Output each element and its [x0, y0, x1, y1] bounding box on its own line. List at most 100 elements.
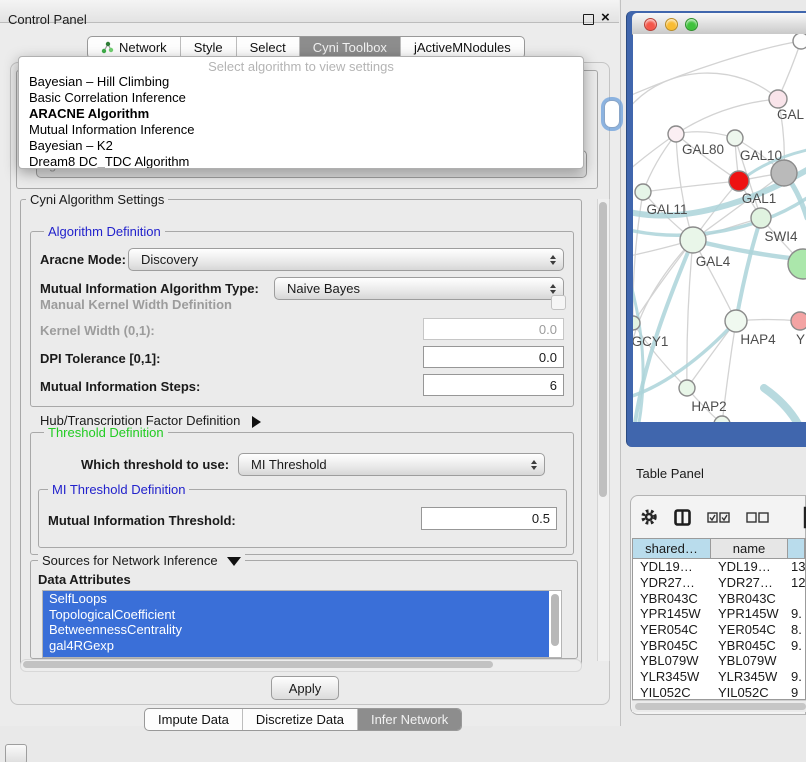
- tab-select[interactable]: Select: [236, 37, 299, 58]
- gear-icon[interactable]: [640, 508, 658, 526]
- panel-float-mini-icon[interactable]: [5, 744, 27, 762]
- column-header-name[interactable]: name: [711, 539, 788, 559]
- close-icon[interactable]: ×: [601, 9, 610, 26]
- mi-threshold-field[interactable]: 0.5: [421, 507, 557, 530]
- unchecked-boxes-icon[interactable]: [746, 512, 769, 523]
- algorithm-popup-item[interactable]: ARACNE Algorithm: [19, 106, 583, 122]
- stepper-icon: [531, 460, 537, 470]
- network-window-titlebar[interactable]: [632, 13, 806, 35]
- network-node-gal10[interactable]: [727, 130, 743, 146]
- table-cell: YDR27…: [633, 575, 711, 591]
- table-row[interactable]: YDL19…YDL19…13: [633, 559, 805, 575]
- node-label: GAL1: [742, 191, 777, 206]
- table-cell: YIL052C: [711, 685, 788, 701]
- column-header-cut[interactable]: [788, 539, 805, 559]
- network-node-swi4[interactable]: [751, 208, 771, 228]
- manual-kernel-checkbox[interactable]: [551, 295, 566, 310]
- sources-title[interactable]: Sources for Network Inference: [38, 553, 245, 568]
- checked-boxes-icon[interactable]: [707, 512, 730, 523]
- settings-hscrollbar-thumb[interactable]: [23, 661, 493, 668]
- node-label: GAL4: [696, 254, 731, 269]
- tab-jactivemnodules[interactable]: jActiveMNodules: [400, 37, 524, 58]
- tab-style[interactable]: Style: [180, 37, 236, 58]
- dpi-tolerance-field[interactable]: 0.0: [423, 346, 564, 368]
- table-cell: YPR145W: [633, 606, 711, 622]
- settings-vscrollbar-thumb[interactable]: [599, 202, 607, 497]
- settings-vscrollbar[interactable]: [597, 199, 610, 661]
- settings-hscrollbar[interactable]: [20, 659, 582, 672]
- table-panel-title: Table Panel: [636, 466, 704, 481]
- table-row[interactable]: YBL079WYBL079W: [633, 653, 805, 669]
- list-item[interactable]: gal4RGexp: [43, 638, 549, 654]
- mi-algorithm-type-value: Naive Bayes: [287, 281, 360, 296]
- tab-infer-network[interactable]: Infer Network: [357, 709, 461, 730]
- node-table[interactable]: shared…name YDL19…YDL19…13YDR27…YDR27…12…: [632, 538, 806, 700]
- network-node[interactable]: [788, 249, 806, 279]
- mi-algorithm-type-combo[interactable]: Naive Bayes: [274, 277, 564, 300]
- float-icon[interactable]: [583, 14, 594, 25]
- chevron-right-icon: [252, 416, 261, 428]
- which-threshold-combo[interactable]: MI Threshold: [238, 453, 545, 476]
- tab-cyni-toolbox[interactable]: Cyni Toolbox: [299, 37, 400, 58]
- data-attributes-list[interactable]: SelfLoopsTopologicalCoefficientBetweenne…: [42, 590, 562, 658]
- table-row[interactable]: YPR145WYPR145W9.: [633, 606, 805, 622]
- chevron-down-icon: [227, 557, 241, 566]
- algorithm-popup-item[interactable]: Dream8 DC_TDC Algorithm: [19, 154, 583, 169]
- table-row[interactable]: YER054CYER054C8.: [633, 622, 805, 638]
- zoom-traffic-light[interactable]: [685, 18, 698, 31]
- threshold-title: Threshold Definition: [44, 425, 168, 440]
- network-node-gal11[interactable]: [635, 184, 651, 200]
- columns-icon[interactable]: [674, 509, 691, 526]
- table-row[interactable]: YLR345WYLR345W9.: [633, 669, 805, 685]
- dpi-tolerance-label: DPI Tolerance [0,1]:: [40, 351, 160, 366]
- column-header-shared…[interactable]: shared…: [633, 539, 711, 559]
- list-item[interactable]: [43, 653, 549, 658]
- algorithm-combo-focus-fragment[interactable]: [604, 100, 620, 128]
- list-item[interactable]: SelfLoops: [43, 591, 549, 607]
- minimize-traffic-light[interactable]: [665, 18, 678, 31]
- manual-kernel-label: Manual Kernel Width Definition: [40, 297, 232, 312]
- aracne-mode-label: Aracne Mode:: [40, 252, 126, 267]
- network-node-y[interactable]: [791, 312, 806, 330]
- network-node[interactable]: [793, 34, 806, 49]
- network-node-gal[interactable]: [769, 90, 787, 108]
- tab-discretize-data[interactable]: Discretize Data: [242, 709, 357, 730]
- network-node-hap2[interactable]: [679, 380, 695, 396]
- tab-label: Style: [194, 40, 223, 55]
- network-node-gal4[interactable]: [680, 227, 706, 253]
- tab-impute-data[interactable]: Impute Data: [145, 709, 242, 730]
- network-node-gal1[interactable]: [729, 171, 749, 191]
- table-cell: YBR043C: [711, 590, 788, 606]
- tab-network[interactable]: Network: [88, 37, 180, 58]
- table-row[interactable]: YDR27…YDR27…12: [633, 575, 805, 591]
- list-item[interactable]: TopologicalCoefficient: [43, 607, 549, 623]
- algorithm-popup-item[interactable]: Mutual Information Inference: [19, 122, 583, 138]
- table-cell: YDL19…: [633, 559, 711, 575]
- close-traffic-light[interactable]: [644, 18, 657, 31]
- algorithm-popup-item[interactable]: Bayesian – Hill Climbing: [19, 74, 583, 90]
- network-canvas[interactable]: GALGAL80GAL10GAL1GAL11SWI4GAL4HAP4YGCY1H…: [633, 34, 806, 422]
- table-row[interactable]: YIL052CYIL052C9: [633, 685, 805, 701]
- apply-button[interactable]: Apply: [271, 676, 339, 700]
- stepper-icon: [550, 284, 556, 294]
- tab-label: Impute Data: [158, 712, 229, 727]
- network-node[interactable]: [714, 416, 730, 422]
- node-label: SWI4: [764, 229, 797, 244]
- table-row[interactable]: YBR043CYBR043C: [633, 590, 805, 606]
- table-hscrollbar-thumb[interactable]: [635, 703, 806, 710]
- network-node-hap4[interactable]: [725, 310, 747, 332]
- table-row[interactable]: YBR045CYBR045C9.: [633, 637, 805, 653]
- cyni-settings-title: Cyni Algorithm Settings: [26, 192, 168, 207]
- mi-steps-field[interactable]: 6: [423, 374, 564, 396]
- list-scrollbar[interactable]: [550, 592, 560, 656]
- control-panel-title: Control Panel: [8, 12, 87, 27]
- list-item[interactable]: BetweennessCentrality: [43, 622, 549, 638]
- algorithm-popup-item[interactable]: Bayesian – K2: [19, 138, 583, 154]
- node-label: GAL: [777, 107, 805, 122]
- network-node-gal80[interactable]: [668, 126, 684, 142]
- table-hscrollbar[interactable]: [632, 700, 806, 712]
- network-node[interactable]: [771, 160, 797, 186]
- aracne-mode-combo[interactable]: Discovery: [128, 248, 564, 271]
- list-scrollbar-thumb[interactable]: [551, 594, 559, 646]
- algorithm-popup-item[interactable]: Basic Correlation Inference: [19, 90, 583, 106]
